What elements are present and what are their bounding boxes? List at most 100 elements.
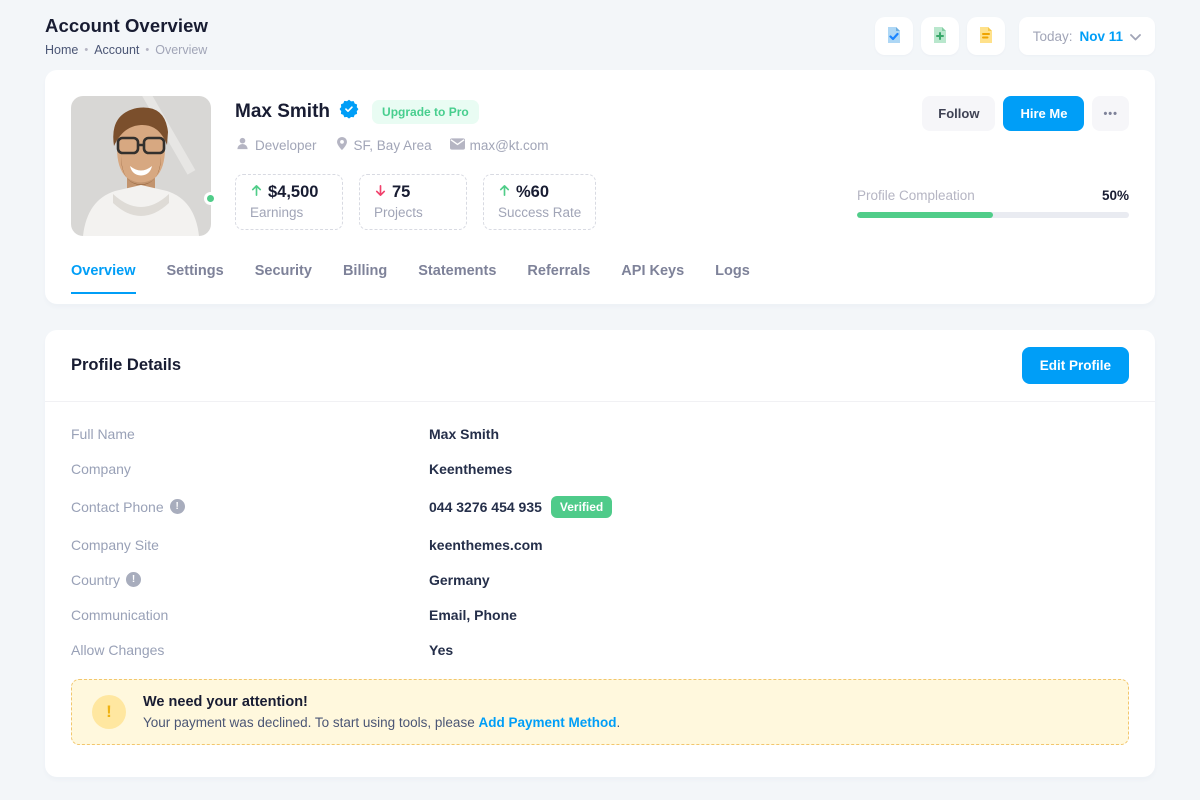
tab-referrals[interactable]: Referrals — [527, 263, 590, 294]
breadcrumb: Home • Account • Overview — [45, 43, 208, 57]
tab-statements[interactable]: Statements — [418, 263, 496, 294]
warning-icon: ! — [92, 695, 126, 729]
stat-value: %60 — [516, 183, 549, 202]
page-title: Account Overview — [45, 15, 208, 37]
stat-label: Earnings — [250, 205, 328, 220]
row-label: Full Name — [71, 426, 429, 442]
more-options-button[interactable]: ••• — [1092, 96, 1129, 131]
row-allow-changes: Allow Changes Yes — [71, 632, 1129, 667]
row-value: keenthemes.com — [429, 537, 543, 553]
row-value: Email, Phone — [429, 607, 517, 623]
progress-percent: 50% — [1102, 188, 1129, 203]
alert-text: Your payment was declined. To start usin… — [143, 715, 620, 730]
row-company-site: Company Site keenthemes.com — [71, 527, 1129, 562]
info-icon[interactable]: ! — [170, 499, 185, 514]
user-name[interactable]: Max Smith — [235, 101, 330, 123]
breadcrumb-home[interactable]: Home — [45, 43, 78, 57]
email-item[interactable]: max@kt.com — [450, 138, 549, 153]
row-label: Contact Phone ! — [71, 499, 429, 515]
role-item[interactable]: Developer — [235, 136, 317, 154]
account-overview-page: Account Overview Home • Account • Overvi… — [0, 0, 1200, 777]
breadcrumb-overview: Overview — [155, 43, 207, 57]
attention-alert: ! We need your attention! Your payment w… — [71, 679, 1129, 745]
stat-value: 75 — [392, 183, 410, 202]
edit-profile-button[interactable]: Edit Profile — [1022, 347, 1129, 384]
info-icon[interactable]: ! — [126, 572, 141, 587]
progress-fill — [857, 212, 993, 218]
email-label: max@kt.com — [470, 138, 549, 153]
chevron-down-icon — [1130, 29, 1141, 44]
follow-button[interactable]: Follow — [922, 96, 995, 131]
online-status-dot — [204, 192, 217, 205]
row-company: Company Keenthemes — [71, 451, 1129, 486]
document-add-icon — [930, 25, 950, 48]
avatar — [71, 96, 211, 236]
progress-label: Profile Compleation — [857, 188, 975, 203]
today-label: Today: — [1033, 29, 1073, 44]
details-body: Full Name Max Smith Company Keenthemes C… — [45, 402, 1155, 667]
tab-api-keys[interactable]: API Keys — [621, 263, 684, 294]
title-block: Account Overview Home • Account • Overvi… — [45, 15, 208, 57]
progress-track — [857, 212, 1129, 218]
arrow-up-icon — [250, 183, 263, 202]
tab-logs[interactable]: Logs — [715, 263, 750, 294]
breadcrumb-account[interactable]: Account — [94, 43, 139, 57]
breadcrumb-separator: • — [84, 44, 88, 56]
tab-overview[interactable]: Overview — [71, 263, 136, 294]
stat-earnings: $4,500 Earnings — [235, 174, 343, 230]
row-value: Keenthemes — [429, 461, 512, 477]
row-value: Yes — [429, 642, 453, 658]
role-label: Developer — [255, 138, 317, 153]
row-label: Company — [71, 461, 429, 477]
location-item[interactable]: SF, Bay Area — [335, 136, 432, 154]
location-label: SF, Bay Area — [354, 138, 432, 153]
page-header: Account Overview Home • Account • Overvi… — [45, 15, 1155, 57]
row-label: Company Site — [71, 537, 429, 553]
verified-badge: Verified — [551, 496, 612, 518]
person-icon — [235, 136, 250, 154]
arrow-up-icon — [498, 183, 511, 202]
row-contact-phone: Contact Phone ! 044 3276 454 935 Verifie… — [71, 486, 1129, 527]
profile-tabs: Overview Settings Security Billing State… — [71, 263, 1129, 304]
row-label: Allow Changes — [71, 642, 429, 658]
row-country: Country ! Germany — [71, 562, 1129, 597]
document-lines-button[interactable] — [967, 17, 1005, 55]
breadcrumb-separator: • — [145, 44, 149, 56]
stat-projects: 75 Projects — [359, 174, 467, 230]
today-value: Nov 11 — [1079, 29, 1123, 44]
add-payment-method-link[interactable]: Add Payment Method — [478, 715, 616, 730]
stat-success-rate: %60 Success Rate — [483, 174, 596, 230]
tab-billing[interactable]: Billing — [343, 263, 387, 294]
document-check-icon — [884, 25, 904, 48]
row-label: Communication — [71, 607, 429, 623]
document-check-button[interactable] — [875, 17, 913, 55]
stat-value: $4,500 — [268, 183, 318, 202]
tab-settings[interactable]: Settings — [167, 263, 224, 294]
row-value: Max Smith — [429, 426, 499, 442]
stat-label: Projects — [374, 205, 452, 220]
upgrade-to-pro-badge[interactable]: Upgrade to Pro — [372, 100, 479, 124]
row-value: 044 3276 454 935 Verified — [429, 496, 612, 518]
verified-seal-icon[interactable] — [339, 99, 359, 124]
document-add-button[interactable] — [921, 17, 959, 55]
alert-title: We need your attention! — [143, 694, 620, 710]
profile-meta: Developer SF, Bay Area max@kt.com — [235, 136, 857, 154]
profile-details-card: Profile Details Edit Profile Full Name M… — [45, 330, 1155, 777]
row-communication: Communication Email, Phone — [71, 597, 1129, 632]
hire-me-button[interactable]: Hire Me — [1003, 96, 1084, 131]
profile-stats: $4,500 Earnings 75 Projects — [235, 174, 857, 230]
row-value: Germany — [429, 572, 490, 588]
details-title: Profile Details — [71, 356, 181, 375]
profile-completion: Profile Compleation 50% — [857, 188, 1129, 218]
profile-actions-column: Follow Hire Me ••• Profile Compleation 5… — [857, 96, 1129, 236]
row-label: Country ! — [71, 572, 429, 588]
location-pin-icon — [335, 136, 349, 154]
alert-content: We need your attention! Your payment was… — [143, 694, 620, 730]
profile-summary-card: Max Smith Upgrade to Pro Developer — [45, 70, 1155, 304]
topbar-actions: Today: Nov 11 — [875, 17, 1155, 55]
date-picker-button[interactable]: Today: Nov 11 — [1019, 17, 1155, 55]
tab-security[interactable]: Security — [255, 263, 312, 294]
arrow-down-icon — [374, 183, 387, 202]
profile-info: Max Smith Upgrade to Pro Developer — [235, 96, 857, 236]
document-lines-icon — [976, 25, 996, 48]
